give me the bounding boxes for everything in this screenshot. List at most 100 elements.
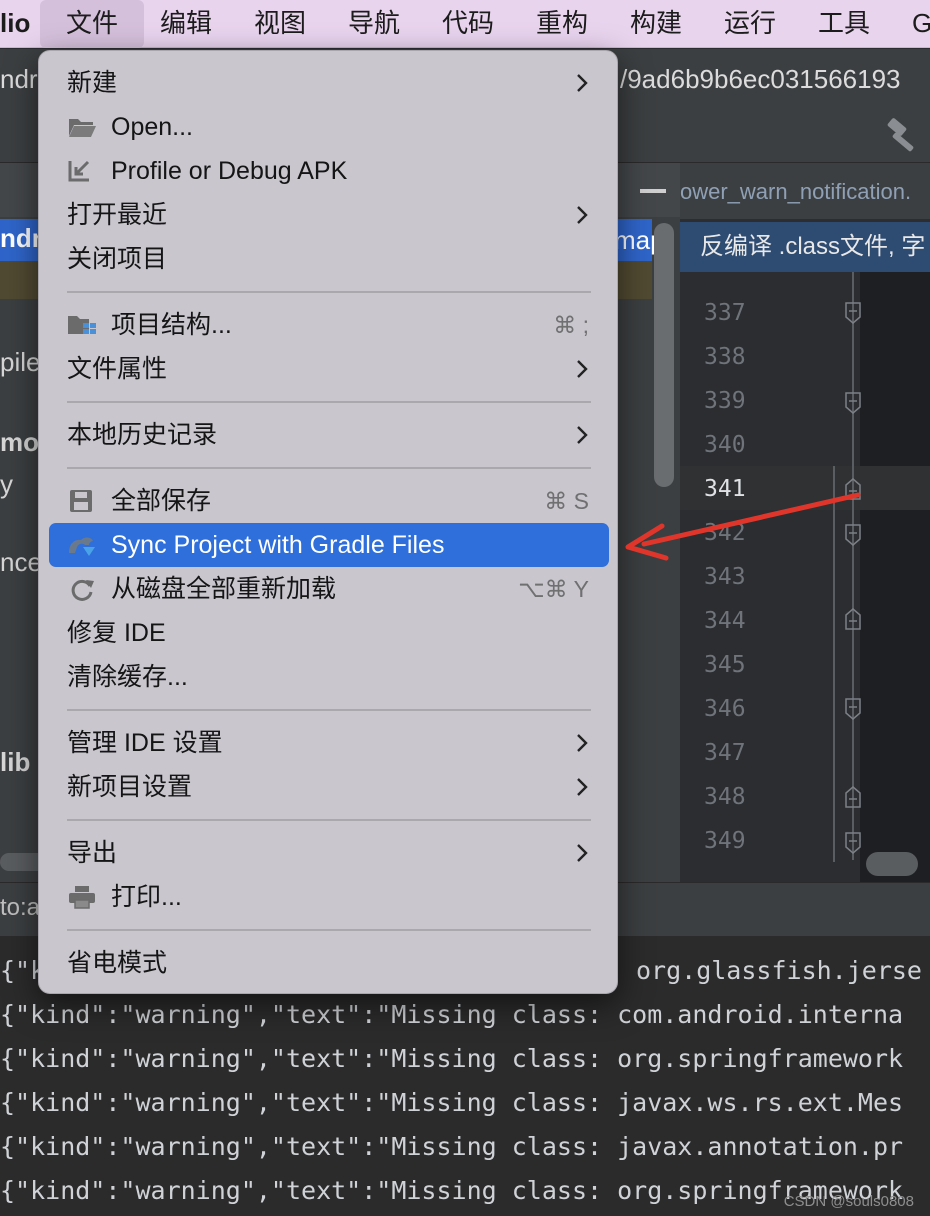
vertical-scrollbar[interactable] [654,223,674,487]
menu-item-label: 打开最近 [67,201,168,229]
tree-row-text[interactable]: nce [0,547,42,578]
menu-separator [67,291,591,293]
app-menu[interactable]: lio [0,0,30,48]
minimize-icon[interactable] [640,189,666,193]
menu-item-repair-ide[interactable]: 修复 IDE [49,611,609,655]
menu-item-label: 本地历史记录 [67,421,218,449]
line-number: 337 [704,300,746,326]
menu-item-save-all[interactable]: 全部保存 ⌘ S [49,479,609,523]
tree-row-text[interactable]: y [0,469,13,500]
menu-run[interactable]: 运行 [724,0,776,48]
print-icon [69,886,95,909]
menu-item-open-recent[interactable]: 打开最近 [49,193,609,237]
console-line-fragment: org.glassfish.jerse [636,956,922,985]
line-number: 338 [704,344,746,370]
menu-separator [67,401,591,403]
menu-item-export[interactable]: 导出 [49,831,609,875]
menu-item-new-project-settings[interactable]: 新项目设置 [49,765,609,809]
chevron-right-icon [577,778,588,796]
menu-item-label: 清除缓存... [67,663,188,691]
line-number: 348 [704,784,746,810]
menu-item-label: 导出 [67,839,118,867]
path-hash: /9ad6b9b6ec031566193 [620,64,901,94]
menu-item-label: 省电模式 [67,949,168,977]
line-number: 346 [704,696,746,722]
fold-marker-icon[interactable] [845,786,861,808]
menu-refactor[interactable]: 重构 [536,0,588,48]
chevron-right-icon [577,734,588,752]
save-all-icon [70,490,92,512]
line-number: 349 [704,828,746,854]
menu-git[interactable]: G [912,0,930,48]
line-number: 345 [704,652,746,678]
menu-item-local-history[interactable]: 本地历史记录 [49,413,609,457]
menu-edit[interactable]: 编辑 [160,0,212,48]
annotation-arrow-icon [625,492,861,561]
chevron-right-icon [577,360,588,378]
menu-item-project-structure[interactable]: 项目结构... ⌘ ; [49,303,609,347]
chevron-right-icon [577,426,588,444]
watermark: CSDN @souls0808 [783,1193,914,1210]
hammer-icon[interactable] [884,116,924,156]
menu-item-profile-debug-apk[interactable]: Profile or Debug APK [49,149,609,193]
line-number: 347 [704,740,746,766]
menu-item-label: 从磁盘全部重新加载 [111,575,337,603]
menu-item-manage-ide-settings[interactable]: 管理 IDE 设置 [49,721,609,765]
fold-marker-icon[interactable] [845,302,861,324]
menu-item-label: 修复 IDE [67,619,166,647]
menu-item-label: 打印... [111,883,182,911]
reload-icon [71,579,94,601]
folder-open-icon [69,119,96,137]
menu-item-power-save-mode[interactable]: 省电模式 [49,941,609,985]
menu-item-file-properties[interactable]: 文件属性 [49,347,609,391]
project-structure-icon [68,316,96,334]
menu-separator [67,467,591,469]
menu-item-new[interactable]: 新建 [49,61,609,105]
menu-item-label: Sync Project with Gradle Files [111,531,445,559]
menu-navigate[interactable]: 导航 [348,0,400,48]
line-number: 344 [704,608,746,634]
menu-separator [67,709,591,711]
fold-marker-icon[interactable] [845,608,861,630]
shortcut-label: ⌘ S [544,488,589,514]
menu-tools[interactable]: 工具 [818,0,870,48]
console-line: {"kind":"warning","text":"Missing class:… [0,1044,904,1073]
menu-build[interactable]: 构建 [630,0,682,48]
fold-marker-icon[interactable] [845,698,861,720]
code-editor[interactable] [860,272,930,882]
menu-bar: lio 文件 编辑 视图 导航 代码 重构 构建 运行 工具 G [0,0,930,48]
fold-marker-icon[interactable] [845,392,861,414]
editor-horizontal-scrollbar[interactable] [866,852,918,876]
editor-tab[interactable]: ower_warn_notification. [680,163,930,219]
menu-file[interactable]: 文件 [40,0,145,48]
menu-item-label: 项目结构... [111,311,232,339]
menu-item-print[interactable]: 打印... [49,875,609,919]
menu-item-reload-all[interactable]: 从磁盘全部重新加载 ⌥⌘ Y [49,567,609,611]
menu-item-invalidate-caches[interactable]: 清除缓存... [49,655,609,699]
menu-item-label: 文件属性 [67,355,168,383]
menu-separator [67,819,591,821]
menu-separator [67,929,591,931]
menu-view[interactable]: 视图 [254,0,306,48]
file-menu-dropdown: 新建 Open... Profile or Debug APK 打开最近 关闭项… [38,50,618,994]
line-number: 339 [704,388,746,414]
menu-item-close-project[interactable]: 关闭项目 [49,237,609,281]
chevron-right-icon [577,206,588,224]
fold-marker-icon[interactable] [845,832,861,854]
build-output-label: to:a [0,894,41,921]
tree-row-text[interactable]: lib [0,747,30,778]
menu-item-label: 管理 IDE 设置 [67,729,223,757]
shortcut-label: ⌘ ; [553,312,589,338]
console-line: {"kind":"warning","text":"Missing class:… [0,1176,904,1205]
tree-row-text[interactable]: pile [0,347,40,378]
menu-code[interactable]: 代码 [442,0,494,48]
menu-item-label: 全部保存 [111,487,212,515]
menu-item-open[interactable]: Open... [49,105,609,149]
profile-debug-apk-icon [68,160,90,182]
menu-item-sync-gradle[interactable]: Sync Project with Gradle Files [49,523,609,567]
menu-item-label: Open... [111,113,193,141]
chevron-right-icon [577,74,588,92]
line-number: 340 [704,432,746,458]
console-line: {"kind":"warning","text":"Missing class:… [0,1088,904,1117]
decompile-banner: 反编译 .class文件, 字 [680,222,930,272]
